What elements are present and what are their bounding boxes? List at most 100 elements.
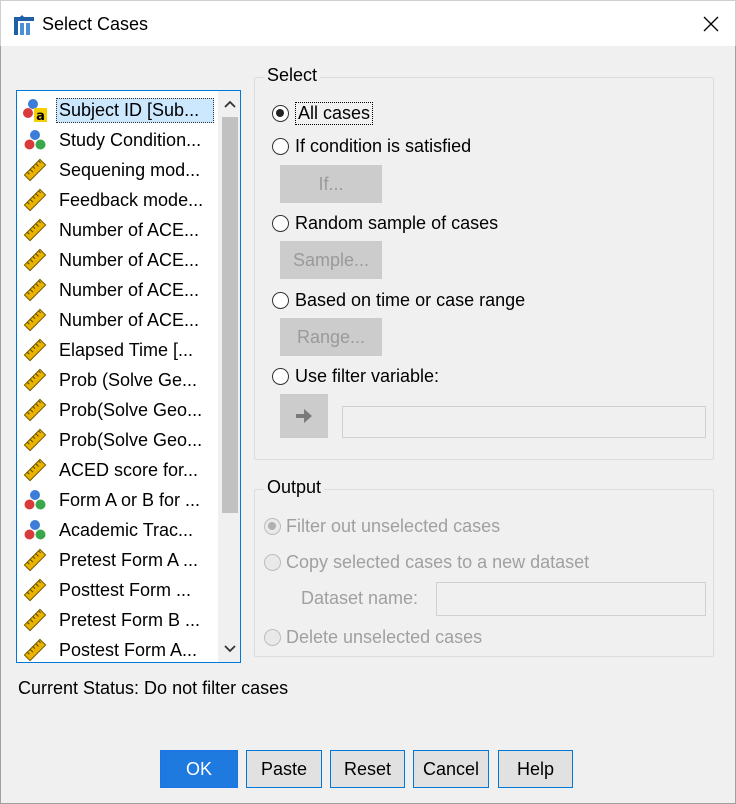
dataset-name-field[interactable]: [436, 582, 706, 616]
variable-label: Pretest Form A ...: [59, 549, 199, 570]
radio-label: Random sample of cases: [295, 213, 499, 233]
variable-list-item[interactable]: Sequening mod...: [21, 155, 217, 185]
scale-icon: [23, 368, 47, 392]
scale-icon: [23, 548, 47, 572]
sample-button[interactable]: Sample...: [280, 241, 382, 279]
variable-label: Pretest Form B ...: [59, 609, 201, 630]
radio-label: Copy selected cases to a new dataset: [286, 552, 590, 572]
scale-icon: [23, 308, 47, 332]
variable-label: Prob(Solve Geo...: [59, 399, 203, 420]
radio-label: Delete unselected cases: [286, 627, 483, 647]
scale-icon: [23, 398, 47, 422]
scroll-thumb[interactable]: [222, 117, 238, 513]
variable-list-item[interactable]: Pretest Form A ...: [21, 545, 217, 575]
close-button[interactable]: [687, 1, 735, 47]
radio-button[interactable]: [264, 518, 281, 535]
scale-icon: [23, 218, 47, 242]
arrow-right-icon: [296, 409, 312, 423]
select-group-title: Select: [264, 65, 321, 86]
paste-button[interactable]: Paste: [246, 750, 322, 788]
variable-list-item[interactable]: Number of ACE...: [21, 275, 217, 305]
radio-random-sample[interactable]: Random sample of cases: [272, 213, 498, 234]
cancel-button[interactable]: Cancel: [413, 750, 489, 788]
radio-button[interactable]: [272, 292, 289, 309]
radio-label: Based on time or case range: [295, 290, 526, 310]
variable-list-item[interactable]: ACED score for...: [21, 455, 217, 485]
variable-list-item[interactable]: Prob(Solve Geo...: [21, 395, 217, 425]
radio-button[interactable]: [272, 368, 289, 385]
chevron-down-icon: [224, 645, 236, 653]
radio-label: Filter out unselected cases: [286, 516, 501, 536]
variable-label: Number of ACE...: [59, 279, 200, 300]
variable-label: Elapsed Time [...: [59, 339, 194, 360]
scale-icon: [23, 158, 47, 182]
current-status: Current Status: Do not filter cases: [18, 678, 289, 698]
help-button[interactable]: Help: [498, 750, 573, 788]
variable-label: Prob (Solve Ge...: [59, 369, 198, 390]
variable-label: Academic Trac...: [59, 519, 194, 540]
variable-list-item[interactable]: Number of ACE...: [21, 245, 217, 275]
variable-list-item[interactable]: Feedback mode...: [21, 185, 217, 215]
radio-all-cases[interactable]: All cases: [272, 102, 374, 125]
variable-label: Form A or B for ...: [59, 489, 201, 510]
variable-list-item[interactable]: Number of ACE...: [21, 215, 217, 245]
variable-list-scrollbar[interactable]: [218, 91, 240, 662]
variable-list[interactable]: Postest Form A... Pretest Form B ... Postt…: [16, 90, 241, 663]
radio-if-condition[interactable]: If condition is satisfied: [272, 136, 471, 157]
move-variable-button[interactable]: [280, 394, 328, 438]
reset-button[interactable]: Reset: [330, 750, 405, 788]
variable-list-item[interactable]: a Subject ID [Sub...: [21, 95, 217, 125]
radio-label: All cases: [295, 102, 374, 125]
variable-list-item[interactable]: Pretest Form B ...: [21, 605, 217, 635]
variable-label: Study Condition...: [59, 129, 202, 150]
variable-list-item[interactable]: Prob(Solve Geo...: [21, 425, 217, 455]
radio-label: Use filter variable:: [295, 366, 440, 386]
variable-list-item[interactable]: Study Condition...: [21, 125, 217, 155]
scroll-up-arrow[interactable]: [219, 93, 240, 115]
variable-label: Subject ID [Sub...: [56, 97, 214, 123]
variable-label: Sequening mod...: [59, 159, 201, 180]
chevron-up-icon: [224, 100, 236, 108]
filter-variable-field[interactable]: [342, 406, 706, 438]
variable-label: Posttest Form ...: [59, 579, 192, 600]
scale-icon: [23, 188, 47, 212]
variable-list-item[interactable]: Postest Form A...: [21, 635, 217, 662]
radio-filter-unselected[interactable]: Filter out unselected cases: [264, 516, 500, 537]
radio-label: If condition is satisfied: [295, 136, 472, 156]
variable-label: ACED score for...: [59, 459, 199, 480]
variable-list-item[interactable]: Number of ACE...: [21, 305, 217, 335]
range-button[interactable]: Range...: [280, 318, 382, 356]
radio-button[interactable]: [264, 629, 281, 646]
variable-list-item[interactable]: Elapsed Time [...: [21, 335, 217, 365]
variable-label: Postest Form A...: [59, 639, 198, 660]
variable-label: Prob(Solve Geo...: [59, 429, 203, 450]
scale-icon: [23, 458, 47, 482]
window-title: Select Cases: [42, 14, 149, 34]
nominal-string-icon: a: [23, 98, 47, 124]
scale-icon: [23, 338, 47, 362]
dataset-name-label: Dataset name:: [301, 588, 419, 608]
nominal-icon: [23, 128, 47, 152]
variable-list-item[interactable]: Posttest Form ...: [21, 575, 217, 605]
radio-delete-unselected[interactable]: Delete unselected cases: [264, 627, 482, 648]
variable-list-item[interactable]: Form A or B for ...: [21, 485, 217, 515]
radio-time-or-range[interactable]: Based on time or case range: [272, 290, 525, 311]
scroll-down-arrow[interactable]: [219, 638, 240, 660]
radio-copy-to-dataset[interactable]: Copy selected cases to a new dataset: [264, 552, 589, 573]
radio-button[interactable]: [272, 215, 289, 232]
radio-filter-variable[interactable]: Use filter variable:: [272, 366, 439, 387]
scale-icon: [23, 248, 47, 272]
nominal-icon: [23, 488, 47, 512]
if-button[interactable]: If...: [280, 165, 382, 203]
variable-list-item[interactable]: Academic Trac...: [21, 515, 217, 545]
radio-button[interactable]: [264, 554, 281, 571]
variable-list-item[interactable]: Prob (Solve Ge...: [21, 365, 217, 395]
ok-button[interactable]: OK: [160, 750, 238, 788]
scale-icon: [23, 578, 47, 602]
close-icon: [703, 16, 719, 32]
nominal-icon: [23, 518, 47, 542]
variable-label: Number of ACE...: [59, 309, 200, 330]
output-group-title: Output: [264, 477, 325, 498]
radio-button[interactable]: [272, 105, 289, 122]
radio-button[interactable]: [272, 138, 289, 155]
